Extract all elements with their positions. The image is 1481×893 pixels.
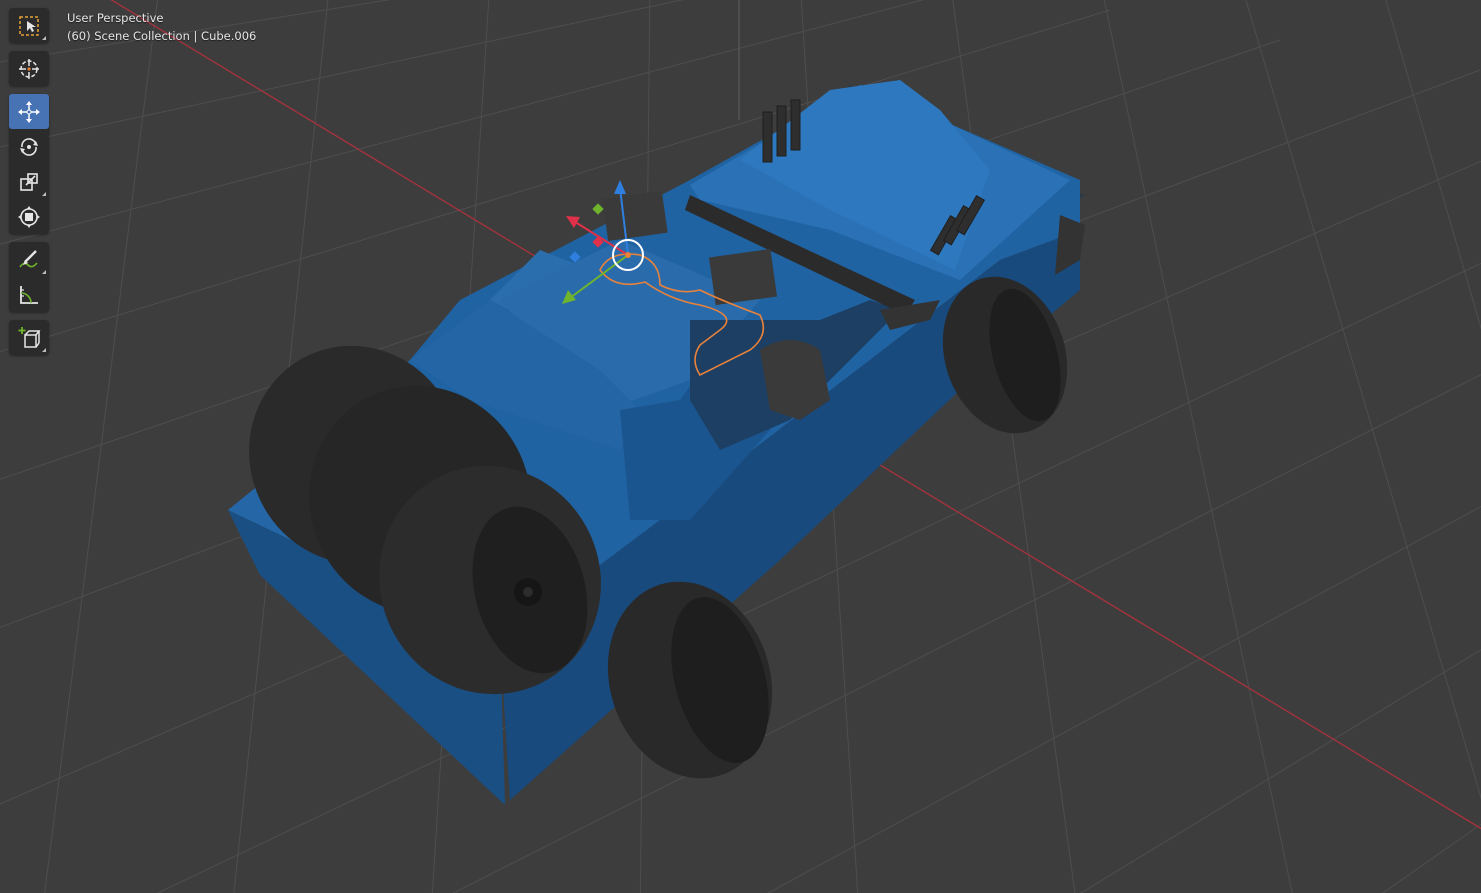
annotate-icon: [19, 249, 38, 267]
move-icon: [18, 100, 40, 123]
tool-annotate[interactable]: [9, 242, 49, 277]
measure-icon: [20, 285, 38, 304]
transform-icon: [18, 205, 40, 228]
viewport-scene[interactable]: [0, 0, 1481, 893]
tool-add-cube[interactable]: [9, 320, 49, 355]
tool-measure[interactable]: [9, 277, 49, 312]
scale-icon: [20, 172, 38, 191]
cursor-icon: [19, 58, 39, 79]
gizmo-x-arrow[interactable]: [566, 216, 580, 228]
add-cube-icon: [18, 326, 41, 348]
tool-select-box[interactable]: [9, 8, 49, 43]
tool-cursor[interactable]: [9, 51, 49, 86]
select-box-icon: [19, 15, 39, 36]
tool-shelf: [9, 8, 49, 363]
view-name: User Perspective: [67, 11, 164, 25]
tool-scale[interactable]: [9, 164, 49, 199]
gizmo-z-arrow[interactable]: [614, 180, 626, 194]
rotate-icon: [20, 137, 38, 156]
collection-info: (60) Scene Collection | Cube.006: [67, 29, 257, 43]
tool-rotate[interactable]: [9, 129, 49, 164]
car-model[interactable]: [213, 80, 1086, 805]
3d-viewport[interactable]: User Perspective (60) Scene Collection |…: [0, 0, 1481, 893]
tool-transform[interactable]: [9, 199, 49, 234]
viewport-info: User Perspective (60) Scene Collection |…: [67, 9, 256, 45]
tool-move[interactable]: [9, 94, 49, 129]
